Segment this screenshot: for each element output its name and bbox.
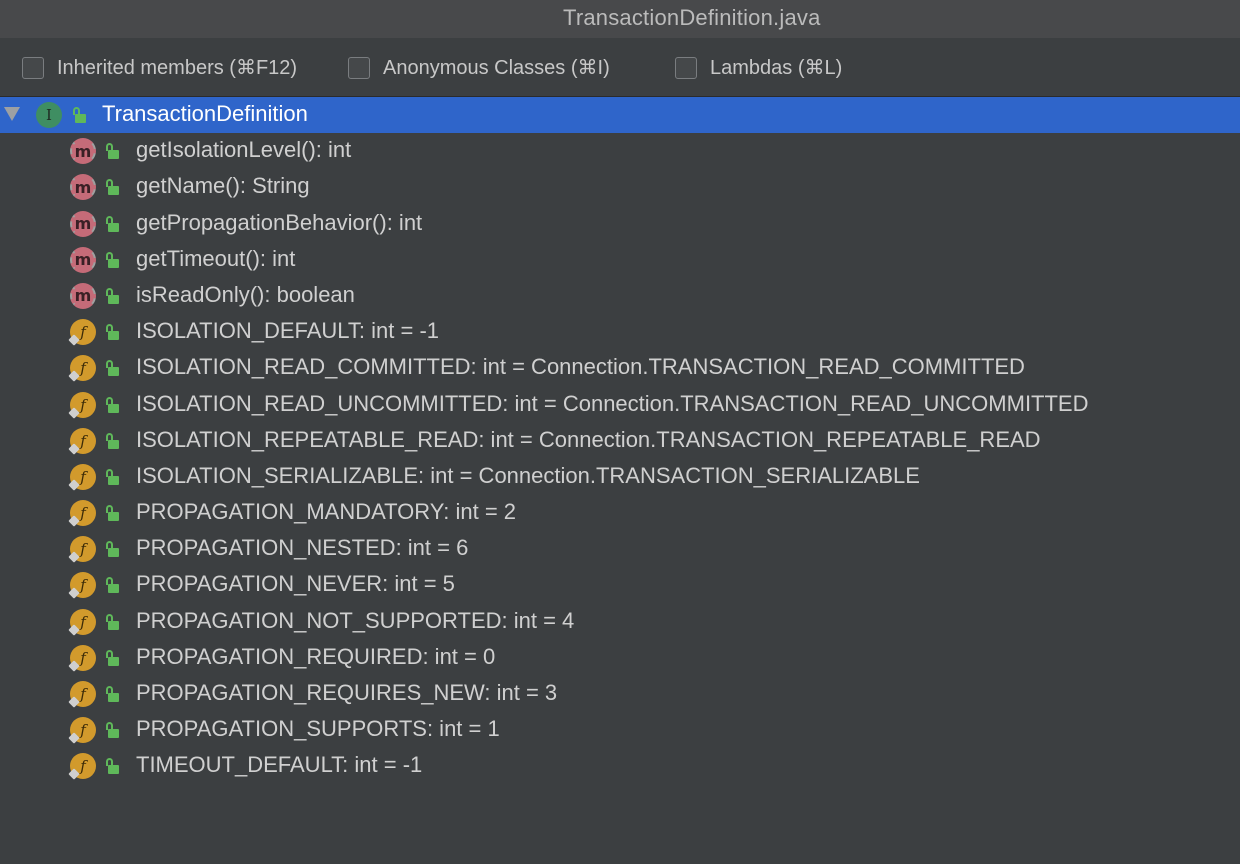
public-lock-icon	[105, 649, 119, 666]
field-label: TIMEOUT_DEFAULT: int = -1	[136, 752, 423, 778]
tree-member-row[interactable]: m isReadOnly(): boolean	[0, 278, 1240, 314]
collapse-arrow-icon[interactable]	[4, 107, 20, 121]
structure-tree: I TransactionDefinition m getIsolationLev…	[0, 97, 1240, 785]
anonymous-classes-checkbox[interactable]	[348, 56, 370, 79]
anonymous-classes-label: Anonymous Classes (⌘I)	[383, 57, 610, 79]
field-label: PROPAGATION_NESTED: int = 6	[136, 535, 469, 561]
anonymous-classes-filter[interactable]: Anonymous Classes (⌘I)	[348, 55, 610, 80]
tree-member-row[interactable]: f PROPAGATION_NOT_SUPPORTED: int = 4	[0, 604, 1240, 640]
method-icon: m	[70, 138, 96, 165]
tree-member-row[interactable]: f ISOLATION_READ_COMMITTED: int = Connect…	[0, 350, 1240, 386]
tree-member-row[interactable]: f ISOLATION_SERIALIZABLE: int = Connectio…	[0, 459, 1240, 495]
public-lock-icon	[105, 396, 119, 413]
field-label: PROPAGATION_MANDATORY: int = 2	[136, 499, 517, 525]
field-label: ISOLATION_READ_UNCOMMITTED: int = Connec…	[136, 390, 1089, 416]
public-lock-icon	[105, 215, 119, 232]
lambdas-label: Lambdas (⌘L)	[710, 57, 843, 79]
inherited-members-checkbox[interactable]	[22, 56, 44, 79]
public-lock-icon	[105, 179, 119, 196]
method-label: getIsolationLevel(): int	[136, 137, 352, 163]
field-label: ISOLATION_REPEATABLE_READ: int = Connect…	[136, 426, 1041, 452]
tree-member-row[interactable]: f PROPAGATION_REQUIRES_NEW: int = 3	[0, 676, 1240, 712]
public-lock-icon	[105, 505, 119, 522]
tree-member-row[interactable]: f PROPAGATION_NESTED: int = 6	[0, 531, 1240, 567]
tree-member-row[interactable]: m getPropagationBehavior(): int	[0, 206, 1240, 242]
tree-member-row[interactable]: f PROPAGATION_SUPPORTS: int = 1	[0, 712, 1240, 748]
field-label: ISOLATION_SERIALIZABLE: int = Connection…	[136, 462, 920, 488]
public-lock-icon	[105, 541, 119, 558]
tree-member-row[interactable]: m getTimeout(): int	[0, 242, 1240, 278]
public-lock-icon	[105, 577, 119, 594]
method-icon: m	[70, 282, 96, 309]
public-lock-icon	[105, 722, 119, 739]
tree-member-row[interactable]: f PROPAGATION_MANDATORY: int = 2	[0, 495, 1240, 531]
field-label: PROPAGATION_NOT_SUPPORTED: int = 4	[136, 607, 575, 633]
inherited-members-filter[interactable]: Inherited members (⌘F12)	[22, 55, 297, 80]
public-lock-icon	[72, 107, 86, 123]
window-title: TransactionDefinition.java	[563, 5, 821, 30]
tree-member-row[interactable]: f ISOLATION_DEFAULT: int = -1	[0, 314, 1240, 350]
public-lock-icon	[105, 143, 119, 160]
public-lock-icon	[105, 686, 119, 702]
field-label: ISOLATION_DEFAULT: int = -1	[136, 318, 440, 344]
title-bar: TransactionDefinition.java	[0, 0, 1240, 38]
tree-member-row[interactable]: f ISOLATION_REPEATABLE_READ: int = Connec…	[0, 423, 1240, 459]
structure-popup: TransactionDefinition.java Inherited mem…	[0, 0, 1240, 864]
field-label: PROPAGATION_REQUIRED: int = 0	[136, 643, 496, 669]
field-label: PROPAGATION_SUPPORTS: int = 1	[136, 716, 500, 742]
filter-toolbar: Inherited members (⌘F12) Anonymous Class…	[0, 38, 1240, 97]
method-label: getTimeout(): int	[136, 245, 296, 271]
tree-member-row[interactable]: f ISOLATION_READ_UNCOMMITTED: int = Conne…	[0, 387, 1240, 423]
public-lock-icon	[105, 287, 119, 304]
public-lock-icon	[105, 432, 119, 449]
lambdas-filter[interactable]: Lambdas (⌘L)	[675, 55, 842, 80]
method-label: getPropagationBehavior(): int	[136, 209, 423, 235]
interface-icon: I	[36, 102, 62, 128]
lambdas-checkbox[interactable]	[675, 56, 697, 79]
public-lock-icon	[105, 758, 119, 775]
tree-member-row[interactable]: f TIMEOUT_DEFAULT: int = -1	[0, 748, 1240, 784]
field-label: PROPAGATION_REQUIRES_NEW: int = 3	[136, 680, 558, 705]
method-icon: m	[70, 246, 96, 273]
tree-member-row[interactable]: f PROPAGATION_NEVER: int = 5	[0, 567, 1240, 603]
tree-member-row[interactable]: f PROPAGATION_REQUIRED: int = 0	[0, 640, 1240, 676]
method-label: getName(): String	[136, 173, 310, 199]
method-icon: m	[70, 174, 96, 201]
public-lock-icon	[105, 324, 119, 341]
method-icon: m	[70, 210, 96, 237]
tree-member-row[interactable]: m getName(): String	[0, 169, 1240, 205]
field-label: PROPAGATION_NEVER: int = 5	[136, 571, 455, 597]
root-class-label: TransactionDefinition	[102, 101, 308, 126]
inherited-members-label: Inherited members (⌘F12)	[57, 57, 298, 79]
field-label: ISOLATION_READ_COMMITTED: int = Connecti…	[136, 354, 1025, 380]
public-lock-icon	[105, 251, 119, 268]
method-label: isReadOnly(): boolean	[136, 281, 355, 307]
tree-member-row[interactable]: m getIsolationLevel(): int	[0, 133, 1240, 169]
tree-root-row[interactable]: I TransactionDefinition	[0, 97, 1240, 134]
public-lock-icon	[105, 613, 119, 630]
public-lock-icon	[105, 360, 119, 377]
public-lock-icon	[105, 468, 119, 485]
